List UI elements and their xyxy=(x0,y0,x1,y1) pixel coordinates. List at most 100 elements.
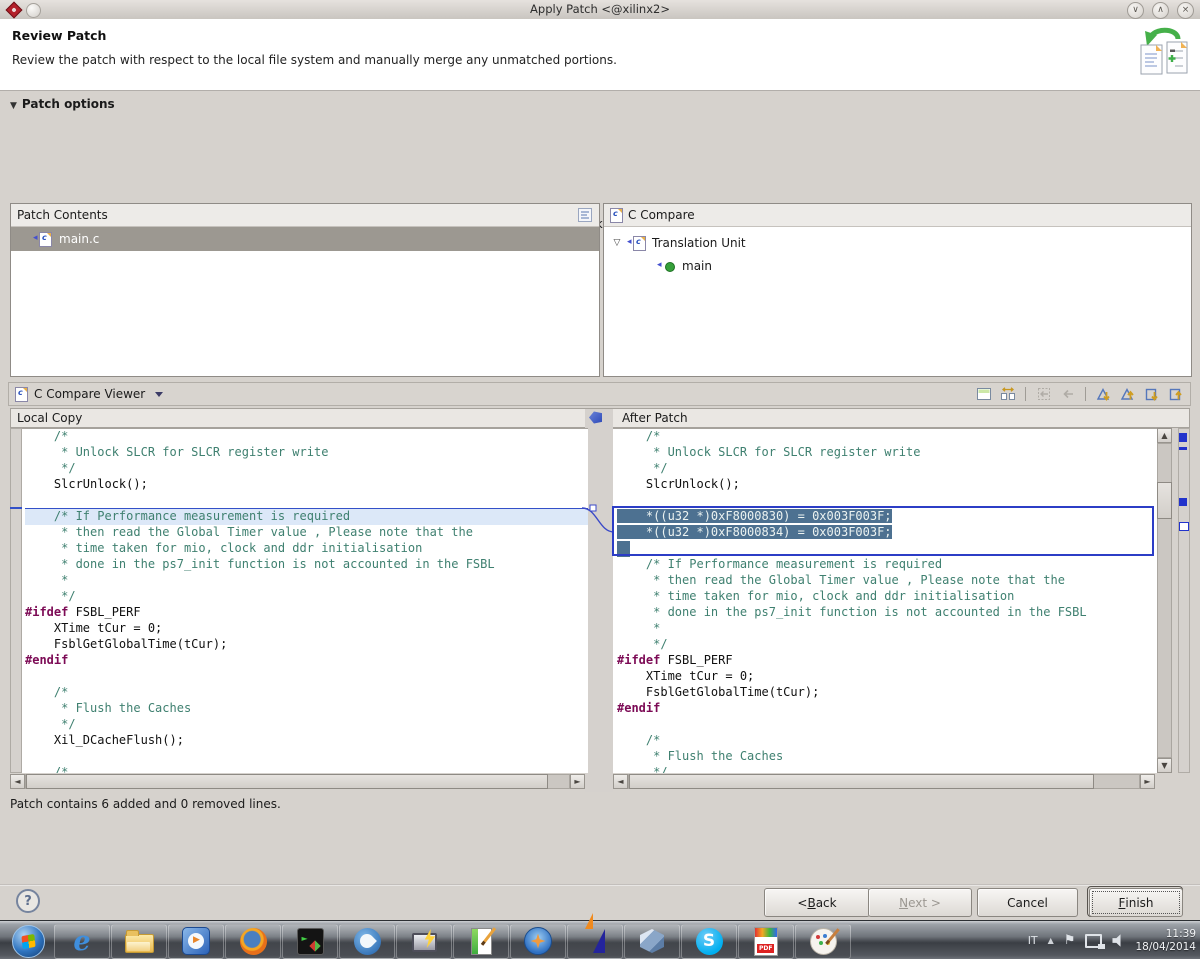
diff-marker[interactable] xyxy=(1179,447,1187,450)
scroll-left-icon[interactable]: ◄ xyxy=(613,774,628,789)
patch-file-row[interactable]: ◂ main.c xyxy=(11,227,599,251)
volume-icon[interactable] xyxy=(1112,934,1125,947)
network-icon[interactable] xyxy=(1085,934,1102,948)
taskbar-start-button[interactable] xyxy=(3,924,53,959)
taskbar-paint-button[interactable] xyxy=(795,924,851,959)
code-line: */ xyxy=(617,765,1159,773)
code-line: Xil_DCacheFlush(); xyxy=(25,733,588,749)
show-hidden-icons[interactable]: ▲ xyxy=(1048,936,1054,945)
scroll-right-icon[interactable]: ► xyxy=(570,774,585,789)
filter-icon[interactable] xyxy=(577,207,593,223)
patch-file-label: main.c xyxy=(59,232,99,246)
vertical-scrollbar-thumb[interactable] xyxy=(1157,482,1172,519)
code-line xyxy=(617,717,1159,733)
folder-icon xyxy=(125,934,154,953)
scroll-right-icon[interactable]: ► xyxy=(1140,774,1155,789)
compare-viewer-title: C Compare Viewer xyxy=(34,387,145,401)
taskbar-folder-button[interactable] xyxy=(111,924,167,959)
copy-current-left-icon[interactable] xyxy=(1059,386,1076,403)
language-indicator[interactable]: IT xyxy=(1028,934,1038,947)
taskbar-thunderbird-button[interactable] xyxy=(339,924,395,959)
c-compare-title: C Compare xyxy=(628,208,695,222)
paint-icon xyxy=(810,928,837,955)
taskbar-ie-button[interactable]: e xyxy=(54,924,110,959)
patch-options-expander[interactable]: ▼Patch options xyxy=(10,97,115,111)
local-copy-editor[interactable]: /* * Unlock SLCR for SLCR register write… xyxy=(22,428,588,773)
taskbar-firefox-button[interactable] xyxy=(225,924,281,959)
diff-marker[interactable] xyxy=(1179,498,1187,506)
previous-change-icon[interactable] xyxy=(1167,386,1184,403)
previous-difference-icon[interactable] xyxy=(1119,386,1136,403)
scroll-left-icon[interactable]: ◄ xyxy=(10,774,25,789)
added-hunk-box[interactable] xyxy=(612,506,1154,556)
taskbar-wmp-button[interactable] xyxy=(168,924,224,959)
cancel-button[interactable]: Cancel xyxy=(977,888,1078,917)
code-line: * done in the ps7_init function is not a… xyxy=(617,605,1159,621)
action-center-flag-icon[interactable]: ⚑ xyxy=(1064,933,1076,948)
code-line: */ xyxy=(617,637,1159,653)
compare-tree-row[interactable]: ▽◂Translation Unit xyxy=(604,231,1191,254)
code-line: * done in the ps7_init function is not a… xyxy=(25,557,588,573)
insert-position-marker xyxy=(10,507,22,509)
code-line: */ xyxy=(25,717,588,733)
diff-marker[interactable] xyxy=(1179,433,1187,442)
help-button[interactable]: ? xyxy=(16,889,40,913)
next-change-icon[interactable] xyxy=(1143,386,1160,403)
minimize-icon[interactable]: ∨ xyxy=(1127,2,1144,19)
c-compare-header: C Compare xyxy=(604,204,1191,227)
next-button[interactable]: Next > xyxy=(868,888,972,917)
taskbar: e S IT ▲ ⚑ 11:39 18/04/2014 xyxy=(0,920,1200,959)
taskbar-impact-button[interactable] xyxy=(396,924,452,959)
maximize-icon[interactable]: ∧ xyxy=(1152,2,1169,19)
code-line: * then read the Global Timer value , Ple… xyxy=(617,573,1159,589)
diff-marker[interactable] xyxy=(1179,522,1189,531)
code-line: #ifdef FSBL_PERF xyxy=(617,653,1159,669)
finish-button-label: Finish xyxy=(1089,888,1183,917)
expander-triangle-icon: ▼ xyxy=(10,101,17,111)
switch-view-icon[interactable] xyxy=(975,386,992,403)
footer-separator xyxy=(0,884,1200,886)
taskbar-virtualbox-button[interactable] xyxy=(624,924,680,959)
compass-icon xyxy=(524,927,552,955)
compare-tree-row[interactable]: ◂ main xyxy=(604,254,1191,277)
taskbar-compass-button[interactable] xyxy=(510,924,566,959)
viewer-menu-icon[interactable] xyxy=(155,392,163,401)
clock-date: 18/04/2014 xyxy=(1135,941,1196,953)
close-icon[interactable]: × xyxy=(1177,2,1194,19)
impact-icon xyxy=(412,933,437,952)
taskbar-planahead-button[interactable] xyxy=(567,924,623,959)
taskbar-pdf-button[interactable] xyxy=(738,924,794,959)
copy-all-left-icon[interactable] xyxy=(1035,386,1052,403)
taskbar-clock[interactable]: 11:39 18/04/2014 xyxy=(1135,928,1196,954)
horizontal-scrollbar-thumb[interactable] xyxy=(26,774,548,789)
scroll-down-icon[interactable]: ▼ xyxy=(1157,758,1172,773)
finish-button[interactable]: Finish xyxy=(1087,886,1183,917)
code-line xyxy=(25,669,588,685)
code-line: /* xyxy=(617,733,1159,749)
taskbar-skype-button[interactable]: S xyxy=(681,924,737,959)
pdf-icon xyxy=(754,927,778,956)
patch-contents-header: Patch Contents xyxy=(11,204,599,227)
overview-ruler[interactable] xyxy=(1178,428,1190,773)
compare-tree-label: main xyxy=(682,259,712,273)
method-icon: ◂ xyxy=(659,259,677,273)
wmp-icon xyxy=(182,927,210,955)
c-file-patch-icon: ◂ xyxy=(35,232,53,246)
horizontal-scrollbar-thumb[interactable] xyxy=(629,774,1094,789)
next-difference-icon[interactable] xyxy=(1095,386,1112,403)
back-button[interactable]: < Back xyxy=(764,888,870,917)
swap-panes-icon[interactable] xyxy=(999,386,1016,403)
taskbar-terminal-button[interactable] xyxy=(282,924,338,959)
code-line: #ifdef FSBL_PERF xyxy=(25,605,588,621)
code-line: XTime tCur = 0; xyxy=(25,621,588,637)
translation-unit-icon: ◂ xyxy=(629,236,647,250)
taskbar-log-button[interactable] xyxy=(453,924,509,959)
code-line: SlcrUnlock(); xyxy=(25,477,588,493)
code-line: #endif xyxy=(617,701,1159,717)
tree-expander-icon[interactable]: ▽ xyxy=(610,238,624,248)
c-compare-pane: C Compare ▽◂Translation Unit◂main xyxy=(603,203,1192,377)
scroll-up-icon[interactable]: ▲ xyxy=(1157,428,1172,443)
after-patch-editor[interactable]: /* * Unlock SLCR for SLCR register write… xyxy=(613,428,1159,773)
terminal-icon xyxy=(297,928,324,955)
start-icon xyxy=(12,925,45,958)
